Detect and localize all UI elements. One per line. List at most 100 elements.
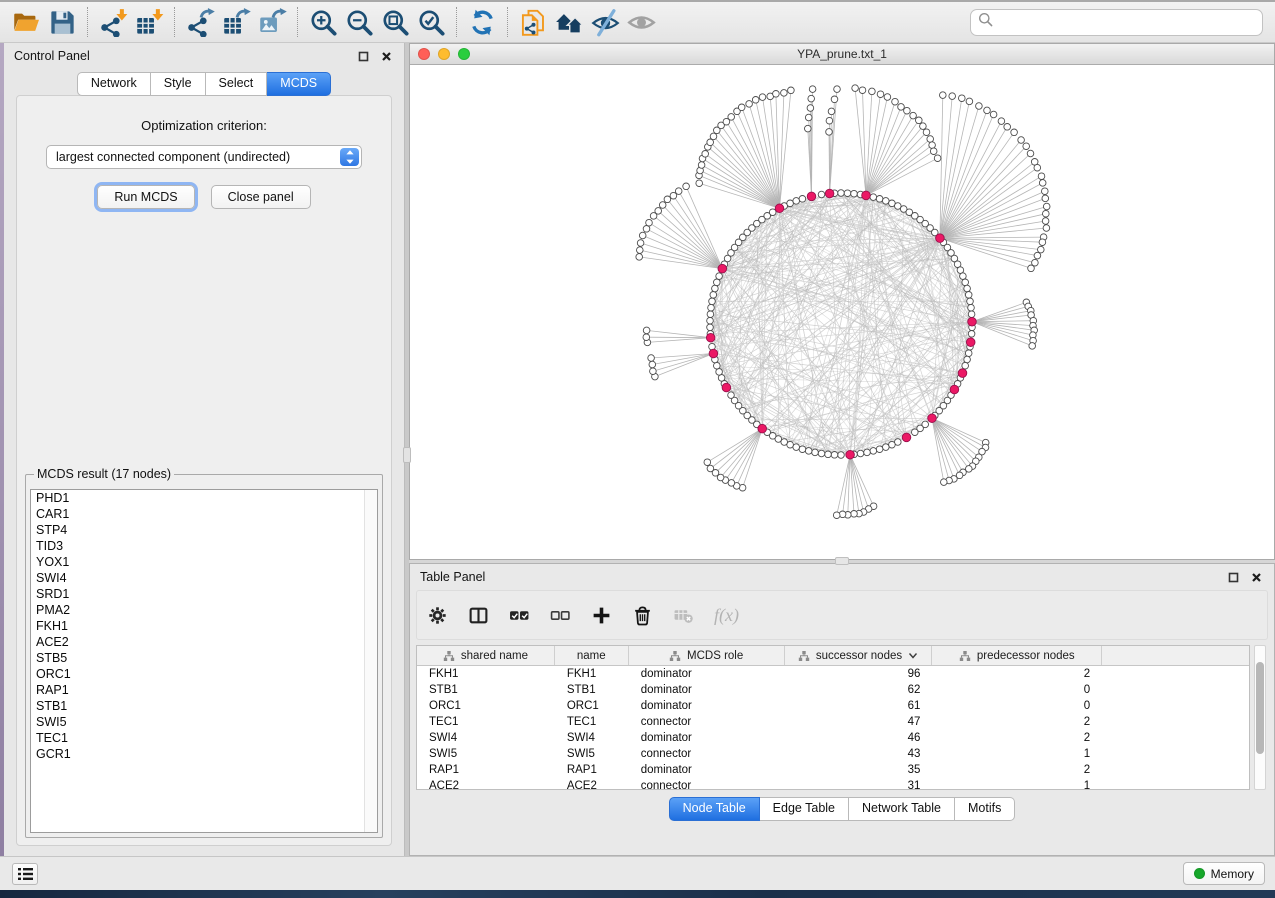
network-node[interactable] <box>930 148 937 155</box>
close-panel-icon[interactable] <box>378 48 394 64</box>
tab-network-table[interactable]: Network Table <box>849 797 955 821</box>
deselect-all-rows-button[interactable] <box>548 603 572 627</box>
network-node[interactable] <box>1027 150 1034 157</box>
network-node[interactable] <box>834 86 841 93</box>
first-neighbors-button[interactable] <box>551 5 587 39</box>
network-node[interactable] <box>708 304 715 311</box>
column-header-name[interactable]: name <box>555 646 629 665</box>
hide-selected-button[interactable] <box>587 5 623 39</box>
network-node[interactable] <box>659 202 666 209</box>
network-node[interactable] <box>883 444 890 451</box>
network-node[interactable] <box>655 208 662 215</box>
float-panel-icon[interactable] <box>1225 569 1241 585</box>
column-header-shared-name[interactable]: shared name <box>417 646 555 665</box>
network-node[interactable] <box>759 94 766 101</box>
network-node[interactable] <box>976 103 983 110</box>
task-history-button[interactable] <box>12 863 38 885</box>
network-node[interactable] <box>1011 129 1018 136</box>
mcds-node[interactable] <box>718 264 727 273</box>
network-node[interactable] <box>683 183 690 190</box>
network-node[interactable] <box>844 190 851 197</box>
mcds-node[interactable] <box>902 433 911 442</box>
mcds-role-cell[interactable]: dominator <box>629 682 785 698</box>
network-node[interactable] <box>728 114 735 121</box>
network-node[interactable] <box>670 192 677 199</box>
shared-name-cell[interactable]: FKH1 <box>417 666 555 682</box>
mcds-node[interactable] <box>775 204 784 213</box>
shared-name-cell[interactable]: STB1 <box>417 682 555 698</box>
mcds-result-item[interactable]: PMA2 <box>31 602 377 618</box>
network-node[interactable] <box>769 209 776 216</box>
table-row[interactable]: SWI4SWI4dominator462 <box>417 730 1249 746</box>
network-node[interactable] <box>805 125 812 132</box>
network-node[interactable] <box>940 92 947 99</box>
show-all-button[interactable] <box>623 5 659 39</box>
zoom-selected-button[interactable] <box>413 5 449 39</box>
mcds-result-item[interactable]: PHD1 <box>31 490 377 506</box>
network-node[interactable] <box>889 441 896 448</box>
network-node[interactable] <box>949 93 956 100</box>
table-scrollbar[interactable] <box>1254 645 1266 790</box>
successor-nodes-cell[interactable]: 47 <box>785 714 933 730</box>
network-node[interactable] <box>799 196 806 203</box>
network-node[interactable] <box>1034 252 1041 259</box>
zoom-out-button[interactable] <box>341 5 377 39</box>
shared-name-cell[interactable]: RAP1 <box>417 762 555 778</box>
run-mcds-button[interactable]: Run MCDS <box>97 185 194 209</box>
mcds-result-item[interactable]: SWI5 <box>31 714 377 730</box>
network-node[interactable] <box>702 151 709 158</box>
mcds-result-item[interactable]: SRD1 <box>31 586 377 602</box>
tab-mcds[interactable]: MCDS <box>267 72 331 96</box>
network-node[interactable] <box>927 136 934 143</box>
network-node[interactable] <box>857 450 864 457</box>
network-node[interactable] <box>1039 180 1046 187</box>
network-node[interactable] <box>1043 210 1050 217</box>
network-node[interactable] <box>788 87 795 94</box>
mcds-node[interactable] <box>825 189 834 198</box>
network-node[interactable] <box>831 452 838 459</box>
network-node[interactable] <box>637 247 644 254</box>
network-node[interactable] <box>968 304 975 311</box>
zoom-in-button[interactable] <box>305 5 341 39</box>
mcds-node[interactable] <box>928 414 937 423</box>
mcds-role-cell[interactable]: dominator <box>629 730 785 746</box>
close-panel-button[interactable]: Close panel <box>211 185 311 209</box>
memory-button[interactable]: Memory <box>1183 862 1265 885</box>
mcds-result-item[interactable]: TEC1 <box>31 730 377 746</box>
network-node[interactable] <box>709 298 716 305</box>
tab-edge-table[interactable]: Edge Table <box>760 797 849 821</box>
network-node[interactable] <box>1023 143 1030 150</box>
export-image-button[interactable] <box>254 5 290 39</box>
network-node[interactable] <box>990 111 997 118</box>
shared-name-cell[interactable]: SWI5 <box>417 746 555 762</box>
mcds-role-cell[interactable]: dominator <box>629 666 785 682</box>
network-node[interactable] <box>923 129 930 136</box>
mcds-node[interactable] <box>862 191 871 200</box>
network-node[interactable] <box>704 459 711 466</box>
network-node[interactable] <box>787 200 794 207</box>
mcds-result-item[interactable]: RAP1 <box>31 682 377 698</box>
splitter-grip-icon[interactable] <box>835 557 849 565</box>
network-node[interactable] <box>833 512 840 519</box>
network-node[interactable] <box>716 369 723 376</box>
network-node[interactable] <box>852 85 859 92</box>
window-close-icon[interactable] <box>418 48 430 60</box>
network-node[interactable] <box>876 446 883 453</box>
network-node[interactable] <box>643 334 650 341</box>
mcds-node[interactable] <box>966 338 975 347</box>
mcds-node[interactable] <box>807 192 816 201</box>
network-node[interactable] <box>1029 343 1036 350</box>
network-node[interactable] <box>859 87 866 94</box>
network-node[interactable] <box>1038 173 1045 180</box>
network-node[interactable] <box>707 311 714 318</box>
network-node[interactable] <box>968 331 975 338</box>
network-node[interactable] <box>1034 164 1041 171</box>
mcds-role-cell[interactable]: connector <box>629 778 785 790</box>
network-node[interactable] <box>1042 195 1049 202</box>
network-node[interactable] <box>793 198 800 205</box>
tab-select[interactable]: Select <box>206 72 268 96</box>
network-node[interactable] <box>664 196 671 203</box>
shared-name-cell[interactable]: ORC1 <box>417 698 555 714</box>
network-node[interactable] <box>793 444 800 451</box>
predecessor-nodes-cell[interactable]: 0 <box>932 682 1102 698</box>
